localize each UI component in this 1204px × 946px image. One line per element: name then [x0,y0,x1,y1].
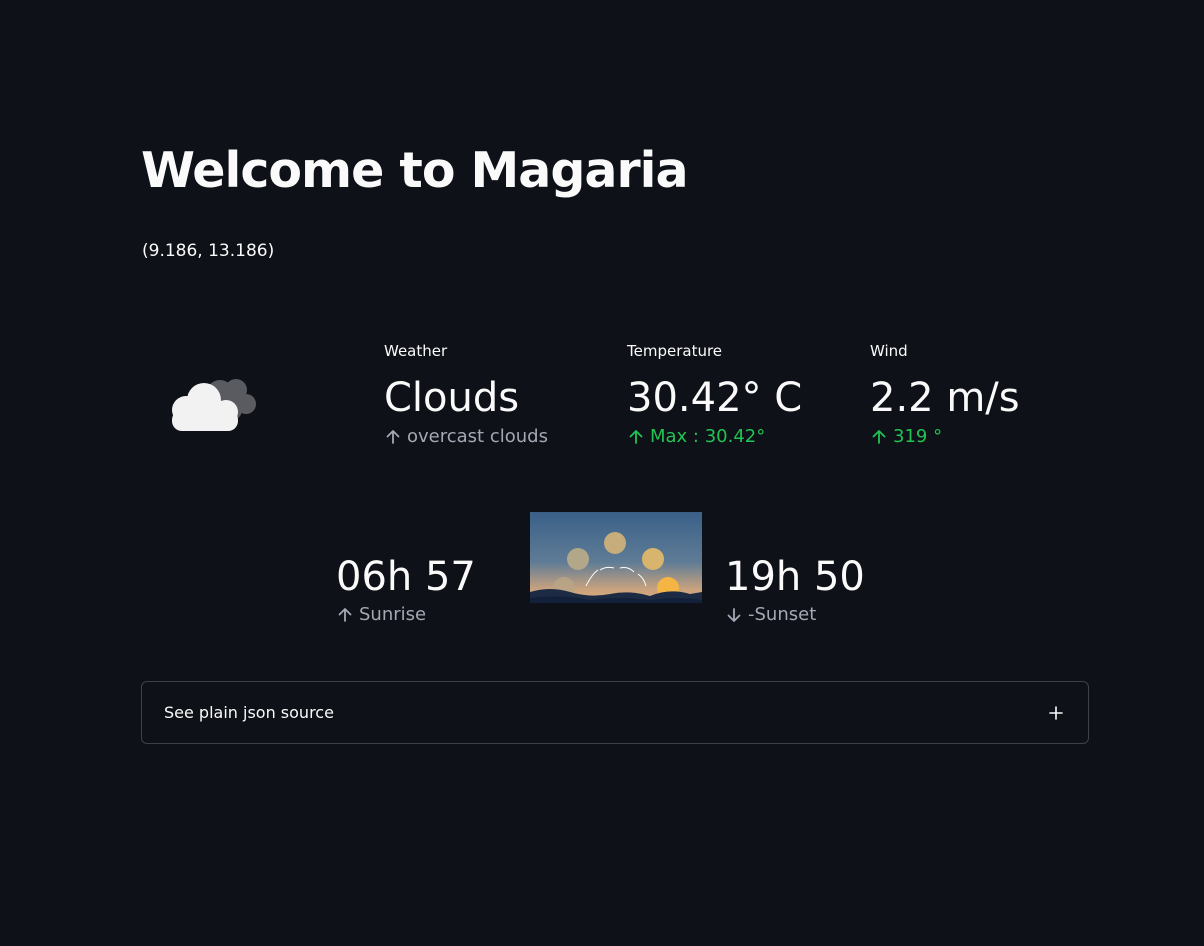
metric-value: 30.42° C [627,375,803,421]
sunset-delta: -Sunset [725,603,865,627]
sunrise-metric: 06h 57 Sunrise [336,551,476,627]
metric-delta-text: overcast clouds [407,426,548,447]
sun-path-image [530,512,702,603]
arrow-up-icon [386,430,400,444]
arrow-up-icon [872,430,886,444]
sunset-metric: 19h 50 -Sunset [725,551,865,627]
sunset-time: 19h 50 [725,554,865,600]
expander-label: See plain json source [164,703,334,722]
metric-delta-text: 319 ° [893,426,943,447]
metric-value: 2.2 m/s [870,375,1020,421]
sunrise-delta: Sunrise [336,603,476,627]
metric-temperature: Temperature 30.42° C Max : 30.42° [627,341,802,449]
metric-delta-text: Max : 30.42° [650,426,766,447]
metric-value: Clouds [384,375,520,421]
metric-weather: Weather Clouds overcast clouds [384,341,548,449]
metric-delta: 319 ° [870,425,1020,449]
sunrise-time: 06h 57 [336,554,476,600]
arrow-up-icon [338,608,352,622]
page-title: Welcome to Magaria [141,142,689,199]
metric-delta: overcast clouds [384,425,548,449]
metric-label: Temperature [627,342,723,360]
json-source-expander[interactable]: See plain json source [141,681,1089,744]
metric-label: Wind [870,342,908,360]
arrow-up-icon [629,430,643,444]
metric-delta: Max : 30.42° [627,425,802,449]
sunset-label: -Sunset [748,604,817,625]
coordinates-text: (9.186, 13.186) [142,241,275,261]
cloud-icon [172,379,256,431]
plus-icon[interactable] [1049,706,1063,720]
metric-wind: Wind 2.2 m/s 319 ° [870,341,1020,449]
sunrise-label: Sunrise [359,604,427,625]
metric-label: Weather [384,342,448,360]
arrow-down-icon [727,608,741,622]
